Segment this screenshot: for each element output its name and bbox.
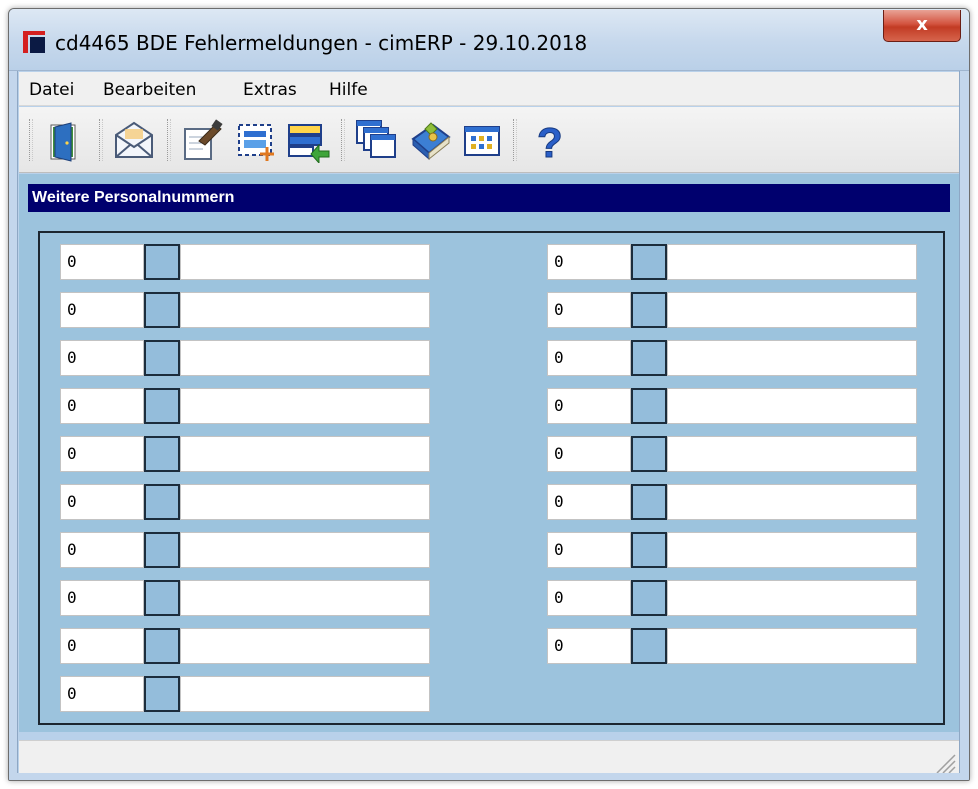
name-field[interactable] bbox=[180, 484, 430, 520]
name-field[interactable] bbox=[180, 436, 430, 472]
name-field[interactable] bbox=[180, 532, 430, 568]
close-button[interactable]: x bbox=[883, 10, 961, 42]
section-header: Weitere Personalnummern bbox=[28, 184, 950, 212]
personalnummer-input[interactable]: 0 bbox=[60, 532, 144, 568]
window-frame-bottom bbox=[9, 773, 969, 780]
name-field[interactable] bbox=[667, 436, 917, 472]
personalnummer-input[interactable]: 0 bbox=[547, 292, 631, 328]
personalnummer-input[interactable]: 0 bbox=[547, 628, 631, 664]
personalnummer-input[interactable]: 0 bbox=[60, 436, 144, 472]
name-field[interactable] bbox=[667, 292, 917, 328]
name-field[interactable] bbox=[180, 244, 430, 280]
lookup-button[interactable] bbox=[144, 628, 180, 664]
lookup-button[interactable] bbox=[631, 340, 667, 376]
name-field[interactable] bbox=[180, 388, 430, 424]
title-bar[interactable]: cd4465 BDE Fehlermeldungen - cimERP - 29… bbox=[9, 9, 969, 71]
edit-document-icon[interactable] bbox=[179, 117, 225, 163]
toolbar-separator bbox=[513, 119, 517, 161]
personalnummer-input[interactable]: 0 bbox=[547, 436, 631, 472]
personalnummer-input[interactable]: 0 bbox=[547, 244, 631, 280]
window-frame-left bbox=[9, 71, 18, 780]
personalnummer-input[interactable]: 0 bbox=[60, 484, 144, 520]
lookup-button[interactable] bbox=[631, 580, 667, 616]
toolbar: ? bbox=[19, 107, 959, 173]
import-list-icon[interactable] bbox=[285, 117, 331, 165]
name-field[interactable] bbox=[667, 580, 917, 616]
book-icon[interactable] bbox=[407, 117, 453, 163]
grid-icon[interactable] bbox=[459, 117, 505, 163]
exit-door-icon[interactable] bbox=[43, 117, 89, 163]
name-field[interactable] bbox=[667, 484, 917, 520]
lookup-button[interactable] bbox=[144, 388, 180, 424]
lookup-button[interactable] bbox=[631, 388, 667, 424]
lookup-button[interactable] bbox=[144, 436, 180, 472]
menu-extras[interactable]: Extras bbox=[243, 80, 297, 100]
name-field[interactable] bbox=[180, 628, 430, 664]
personalnummer-input[interactable]: 0 bbox=[547, 532, 631, 568]
lookup-button[interactable] bbox=[631, 292, 667, 328]
status-bar bbox=[19, 740, 959, 773]
close-icon: x bbox=[916, 14, 928, 35]
help-icon[interactable]: ? bbox=[527, 117, 573, 167]
personalnummer-input[interactable]: 0 bbox=[547, 580, 631, 616]
lookup-button[interactable] bbox=[144, 676, 180, 712]
personalnummer-input[interactable]: 0 bbox=[547, 340, 631, 376]
name-field[interactable] bbox=[667, 244, 917, 280]
windows-icon[interactable] bbox=[353, 117, 399, 163]
toolbar-separator bbox=[99, 119, 103, 161]
resize-grip-icon[interactable] bbox=[927, 749, 957, 773]
name-field[interactable] bbox=[180, 676, 430, 712]
toolbar-grip[interactable] bbox=[29, 119, 33, 161]
svg-text:?: ? bbox=[537, 119, 563, 163]
lookup-button[interactable] bbox=[144, 292, 180, 328]
toolbar-separator bbox=[167, 119, 171, 161]
lookup-button[interactable] bbox=[631, 484, 667, 520]
lookup-button[interactable] bbox=[631, 532, 667, 568]
menu-bar: Datei Bearbeiten Extras Hilfe bbox=[19, 72, 959, 106]
lookup-button[interactable] bbox=[631, 436, 667, 472]
name-field[interactable] bbox=[667, 532, 917, 568]
lookup-button[interactable] bbox=[631, 628, 667, 664]
window-title: cd4465 BDE Fehlermeldungen - cimERP - 29… bbox=[55, 31, 588, 55]
menu-bearbeiten[interactable]: Bearbeiten bbox=[103, 80, 196, 100]
personalnummer-input[interactable]: 0 bbox=[547, 388, 631, 424]
lookup-button[interactable] bbox=[144, 340, 180, 376]
personalnummer-input[interactable]: 0 bbox=[60, 292, 144, 328]
personalnummer-input[interactable]: 0 bbox=[60, 244, 144, 280]
toolbar-separator bbox=[341, 119, 345, 161]
name-field[interactable] bbox=[180, 292, 430, 328]
lookup-button[interactable] bbox=[144, 580, 180, 616]
personalnummer-input[interactable]: 0 bbox=[60, 676, 144, 712]
personalnummer-input[interactable]: 0 bbox=[60, 628, 144, 664]
lookup-button[interactable] bbox=[144, 484, 180, 520]
menu-datei[interactable]: Datei bbox=[29, 80, 74, 100]
personalnummer-input[interactable]: 0 bbox=[60, 580, 144, 616]
personalnummer-input[interactable]: 0 bbox=[60, 388, 144, 424]
app-logo-icon bbox=[23, 31, 45, 53]
name-field[interactable] bbox=[180, 340, 430, 376]
menu-hilfe[interactable]: Hilfe bbox=[329, 80, 368, 100]
personalnummer-input[interactable]: 0 bbox=[60, 340, 144, 376]
lookup-button[interactable] bbox=[144, 532, 180, 568]
lookup-button[interactable] bbox=[144, 244, 180, 280]
envelope-icon[interactable] bbox=[111, 117, 157, 163]
name-field[interactable] bbox=[667, 340, 917, 376]
window-frame-right bbox=[959, 71, 969, 780]
lookup-button[interactable] bbox=[631, 244, 667, 280]
name-field[interactable] bbox=[180, 580, 430, 616]
name-field[interactable] bbox=[667, 628, 917, 664]
personalnummer-input[interactable]: 0 bbox=[547, 484, 631, 520]
new-record-icon[interactable] bbox=[233, 117, 279, 163]
name-field[interactable] bbox=[667, 388, 917, 424]
